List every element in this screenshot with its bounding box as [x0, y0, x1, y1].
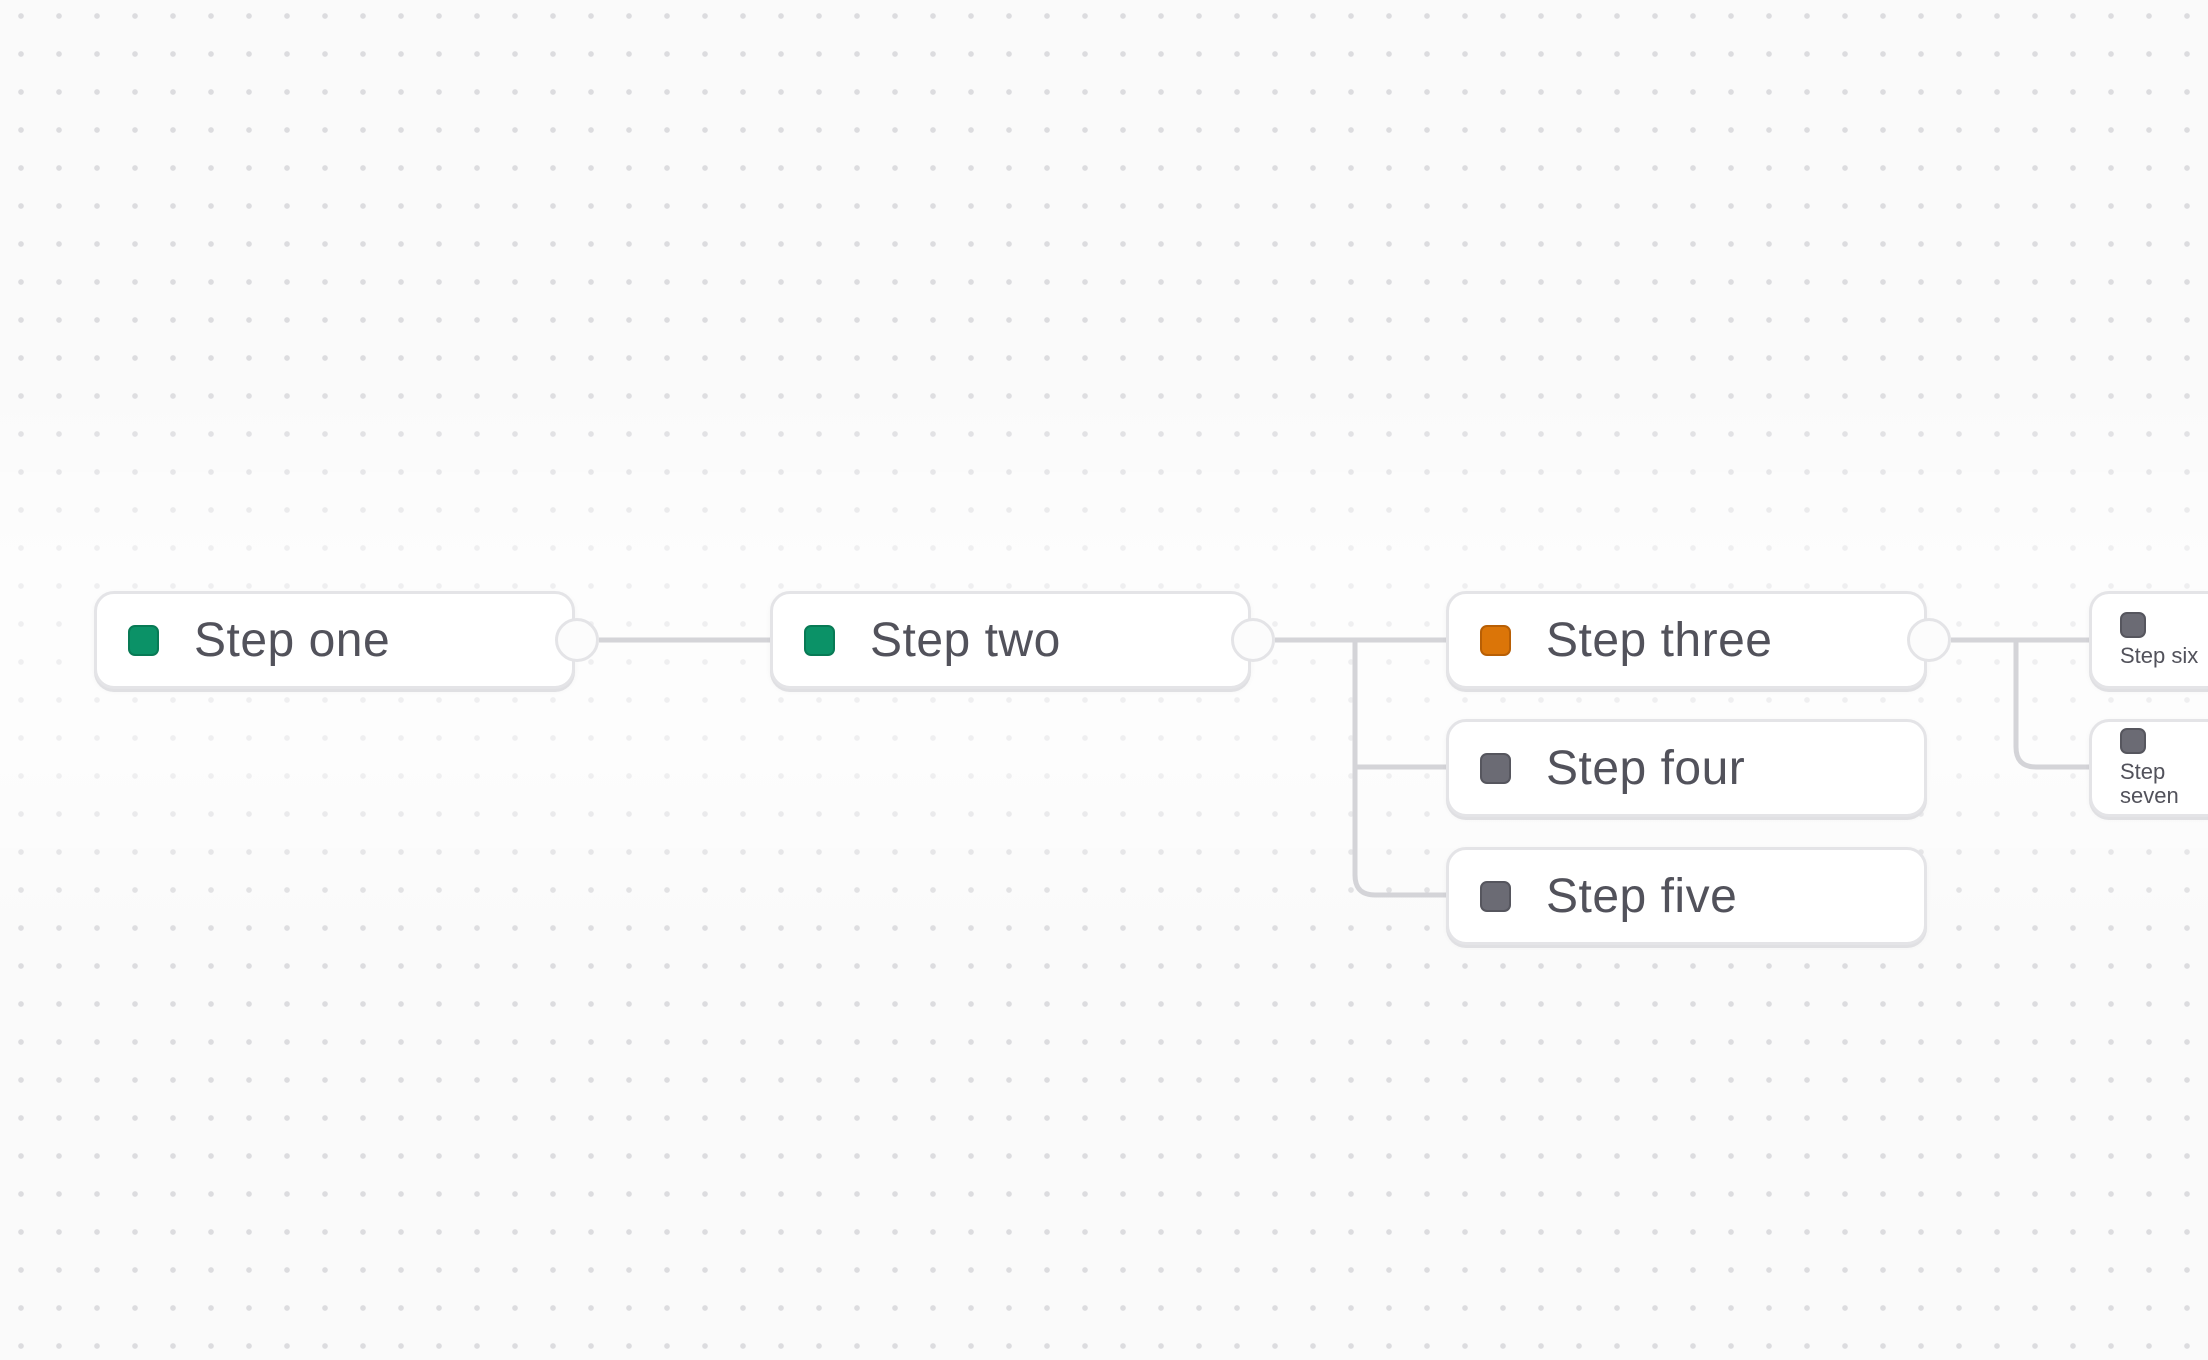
node-step-one[interactable]: Step one [94, 591, 575, 689]
node-step-two[interactable]: Step two [770, 591, 1251, 689]
node-step-five[interactable]: Step five [1446, 847, 1927, 945]
status-done-icon [128, 624, 159, 656]
node-label: Step two [870, 613, 1061, 667]
node-label: Step four [1546, 741, 1746, 795]
output-handle[interactable] [1907, 618, 1951, 662]
status-active-icon [1480, 624, 1511, 656]
node-label: Step seven [2120, 759, 2179, 808]
node-step-six[interactable]: Step six [2089, 591, 2208, 689]
output-handle[interactable] [1231, 618, 1275, 662]
output-handle[interactable] [555, 618, 599, 662]
node-label: Step six [2120, 643, 2199, 668]
node-label: Step one [194, 613, 391, 667]
node-step-seven[interactable]: Step seven [2089, 719, 2208, 817]
status-pending-icon [2120, 612, 2146, 638]
status-pending-icon [2120, 728, 2146, 754]
edge-step-three-step-seven [2013, 640, 2089, 770]
status-done-icon [804, 624, 835, 656]
node-step-four[interactable]: Step four [1446, 719, 1927, 817]
node-label: Step three [1546, 613, 1773, 667]
node-step-three[interactable]: Step three [1446, 591, 1927, 689]
edge-step-two-step-four [1352, 640, 1446, 770]
status-pending-icon [1480, 880, 1511, 912]
status-pending-icon [1480, 752, 1511, 784]
node-label: Step five [1546, 869, 1738, 923]
